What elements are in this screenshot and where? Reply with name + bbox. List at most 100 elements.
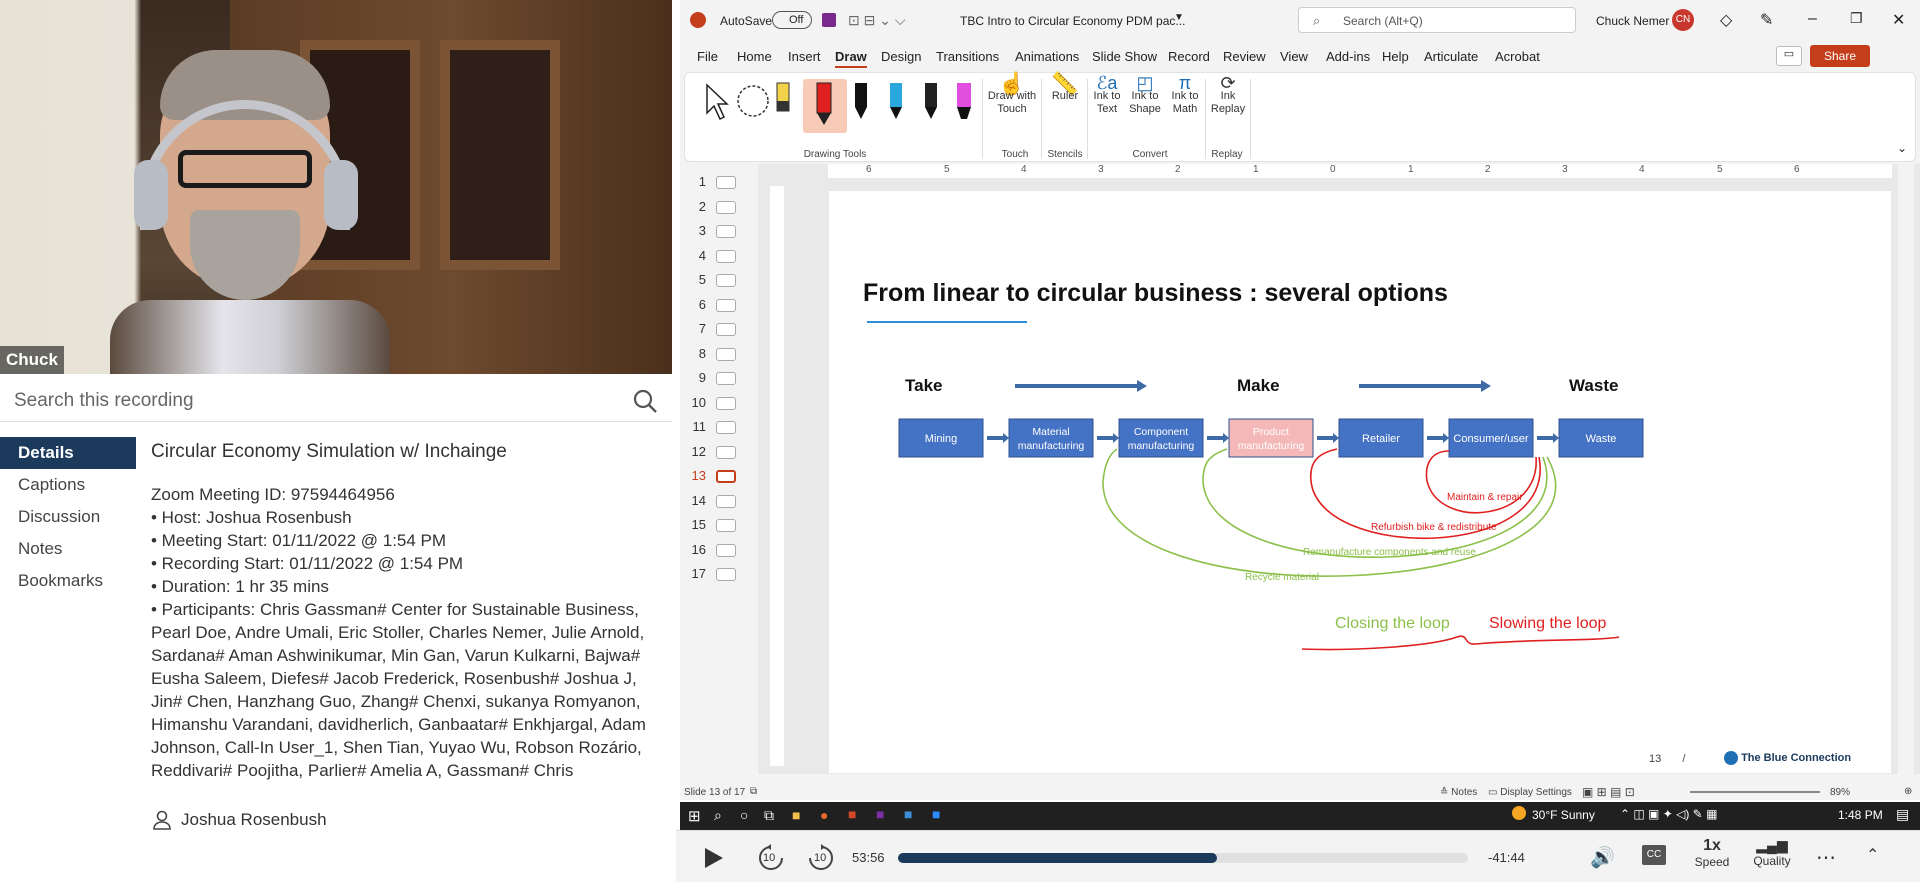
ink-to-math-button[interactable]: π Ink to Math — [1167, 74, 1203, 116]
tab-review[interactable]: Review — [1223, 49, 1266, 64]
user-name[interactable]: Chuck Nemer — [1596, 14, 1669, 28]
pen-galaxy-icon[interactable] — [925, 83, 937, 119]
tray-icons[interactable]: ⌃ ◫ ▣ ✦ ◁) ✎ ▦ — [1620, 807, 1717, 821]
pen-icon[interactable]: ✎ — [1760, 10, 1773, 30]
ink-to-shape-button[interactable]: ◰ Ink to Shape — [1127, 74, 1163, 116]
tab-add-ins[interactable]: Add-ins — [1326, 49, 1370, 64]
diamond-icon[interactable]: ◇ — [1720, 10, 1732, 30]
onenote-icon[interactable]: ■ — [876, 806, 884, 822]
firefox-icon[interactable]: ● — [820, 807, 828, 823]
volume-icon[interactable]: 🔊 — [1590, 845, 1615, 870]
restore-icon[interactable]: ❐ — [1850, 10, 1863, 27]
photos-icon[interactable]: ■ — [904, 806, 912, 822]
tab-insert[interactable]: Insert — [788, 49, 821, 64]
highlighter-pink-icon[interactable] — [957, 83, 971, 119]
nav-bookmarks[interactable]: Bookmarks — [0, 565, 136, 597]
search-box[interactable]: ⌕ Search (Alt+Q) — [1298, 7, 1576, 33]
zoom-slider[interactable] — [1690, 791, 1820, 793]
slide-thumb-1[interactable]: 1 — [686, 174, 756, 194]
accessibility-icon[interactable]: ⧉ — [750, 786, 757, 797]
autosave-toggle[interactable]: Off — [772, 11, 812, 29]
tab-transitions[interactable]: Transitions — [936, 49, 999, 64]
display-settings-button[interactable]: ▭ Display Settings — [1488, 787, 1572, 798]
select-arrow-icon[interactable] — [706, 83, 729, 121]
slide-thumb-9[interactable]: 9 — [686, 370, 756, 390]
tab-file[interactable]: File — [697, 49, 718, 64]
share-button[interactable]: Share — [1810, 45, 1870, 67]
tab-draw[interactable]: Draw — [835, 49, 867, 68]
more-options-icon[interactable]: ⋯ — [1816, 845, 1836, 870]
collapse-ribbon-icon[interactable]: ⌄ — [1897, 141, 1907, 155]
tab-help[interactable]: Help — [1382, 49, 1409, 64]
comments-icon[interactable]: ▭ — [1776, 46, 1802, 66]
tab-acrobat[interactable]: Acrobat — [1495, 49, 1540, 64]
search-input[interactable]: Search this recording — [14, 390, 194, 412]
slide-thumb-16[interactable]: 16 — [686, 542, 756, 562]
filename-dropdown-icon[interactable]: ▼ — [1174, 12, 1184, 23]
tab-design[interactable]: Design — [881, 49, 921, 64]
quality-button[interactable]: ▂▄▆ Quality — [1750, 837, 1794, 868]
view-buttons[interactable]: ▣ ⊞ ▤ ⊡ — [1582, 785, 1635, 799]
slide-thumb-11[interactable]: 11 — [686, 419, 756, 439]
slide-thumb-7[interactable]: 7 — [686, 321, 756, 341]
clock[interactable]: 1:48 PM — [1838, 808, 1883, 822]
pencil-yellow-icon[interactable] — [776, 82, 790, 112]
minimize-icon[interactable]: – — [1808, 10, 1817, 28]
slide-thumb-10[interactable]: 10 — [686, 395, 756, 415]
slide-thumb-8[interactable]: 8 — [686, 346, 756, 366]
ink-replay-button[interactable]: ⟳ Ink Replay — [1210, 74, 1246, 116]
slide-thumb-6[interactable]: 6 — [686, 297, 756, 317]
nav-details[interactable]: Details — [0, 437, 136, 469]
draw-with-touch-button[interactable]: ☝ Draw with Touch — [985, 73, 1039, 116]
powerpoint-app-icon[interactable]: ■ — [848, 806, 856, 822]
search-icon[interactable] — [632, 388, 658, 414]
weather-icon[interactable] — [1512, 806, 1526, 820]
windows-start-icon[interactable]: ⊞ — [688, 807, 701, 825]
zoom-app-icon[interactable]: ■ — [932, 806, 940, 822]
task-view-icon[interactable]: ⧉ — [764, 807, 774, 824]
zoom-level[interactable]: 89% — [1830, 787, 1850, 798]
vertical-scrollbar[interactable] — [1898, 164, 1914, 774]
lasso-icon[interactable] — [737, 85, 769, 117]
tab-animations[interactable]: Animations — [1015, 49, 1079, 64]
tab-home[interactable]: Home — [737, 49, 772, 64]
slide-thumb-14[interactable]: 14 — [686, 493, 756, 513]
nav-discussion[interactable]: Discussion — [0, 501, 136, 533]
speed-button[interactable]: 1x Speed — [1692, 837, 1732, 869]
weather-label[interactable]: 30°F Sunny — [1532, 808, 1595, 822]
explorer-icon[interactable]: ■ — [792, 807, 800, 823]
search-icon[interactable]: ⌕ — [714, 807, 722, 824]
ruler-button[interactable]: 📏 Ruler — [1043, 73, 1087, 103]
slide-thumb-12[interactable]: 12 — [686, 444, 756, 464]
slide-thumb-15[interactable]: 15 — [686, 517, 756, 537]
rewind-10-button[interactable]: 10 — [756, 843, 786, 873]
nav-captions[interactable]: Captions — [0, 469, 136, 501]
slide-thumb-3[interactable]: 3 — [686, 223, 756, 243]
notes-button[interactable]: ≙ Notes — [1440, 787, 1477, 798]
user-avatar[interactable]: CN — [1672, 9, 1694, 31]
slide-thumb-5[interactable]: 5 — [686, 272, 756, 292]
collapse-player-icon[interactable]: ⌃ — [1866, 845, 1879, 865]
tab-slide-show[interactable]: Slide Show — [1092, 49, 1157, 64]
captions-icon[interactable]: CC — [1642, 845, 1666, 865]
tab-articulate[interactable]: Articulate — [1424, 49, 1478, 64]
nav-notes[interactable]: Notes — [0, 533, 136, 565]
notifications-icon[interactable]: ▤ — [1896, 806, 1909, 823]
slide-thumb-4[interactable]: 4 — [686, 248, 756, 268]
forward-10-button[interactable]: 10 — [806, 843, 836, 873]
close-icon[interactable]: ✕ — [1892, 10, 1905, 30]
search-recording[interactable]: Search this recording — [0, 380, 672, 422]
pen-red-icon[interactable] — [803, 79, 847, 133]
play-icon[interactable] — [702, 847, 724, 869]
slide-thumb-17[interactable]: 17 — [686, 566, 756, 586]
quick-access-icons[interactable]: ⊡ ⊟ ⌄ ⌵ — [848, 12, 905, 29]
tab-view[interactable]: View — [1280, 49, 1308, 64]
pen-black-icon[interactable] — [855, 83, 867, 119]
pen-blue-icon[interactable] — [890, 83, 902, 119]
fit-slide-icon[interactable]: ⊕ — [1904, 786, 1912, 797]
save-icon[interactable] — [822, 13, 836, 27]
tab-record[interactable]: Record — [1168, 49, 1210, 64]
cortana-icon[interactable]: ○ — [740, 807, 748, 823]
slide-thumb-2[interactable]: 2 — [686, 199, 756, 219]
slide-thumb-13[interactable]: 13 — [686, 468, 756, 488]
